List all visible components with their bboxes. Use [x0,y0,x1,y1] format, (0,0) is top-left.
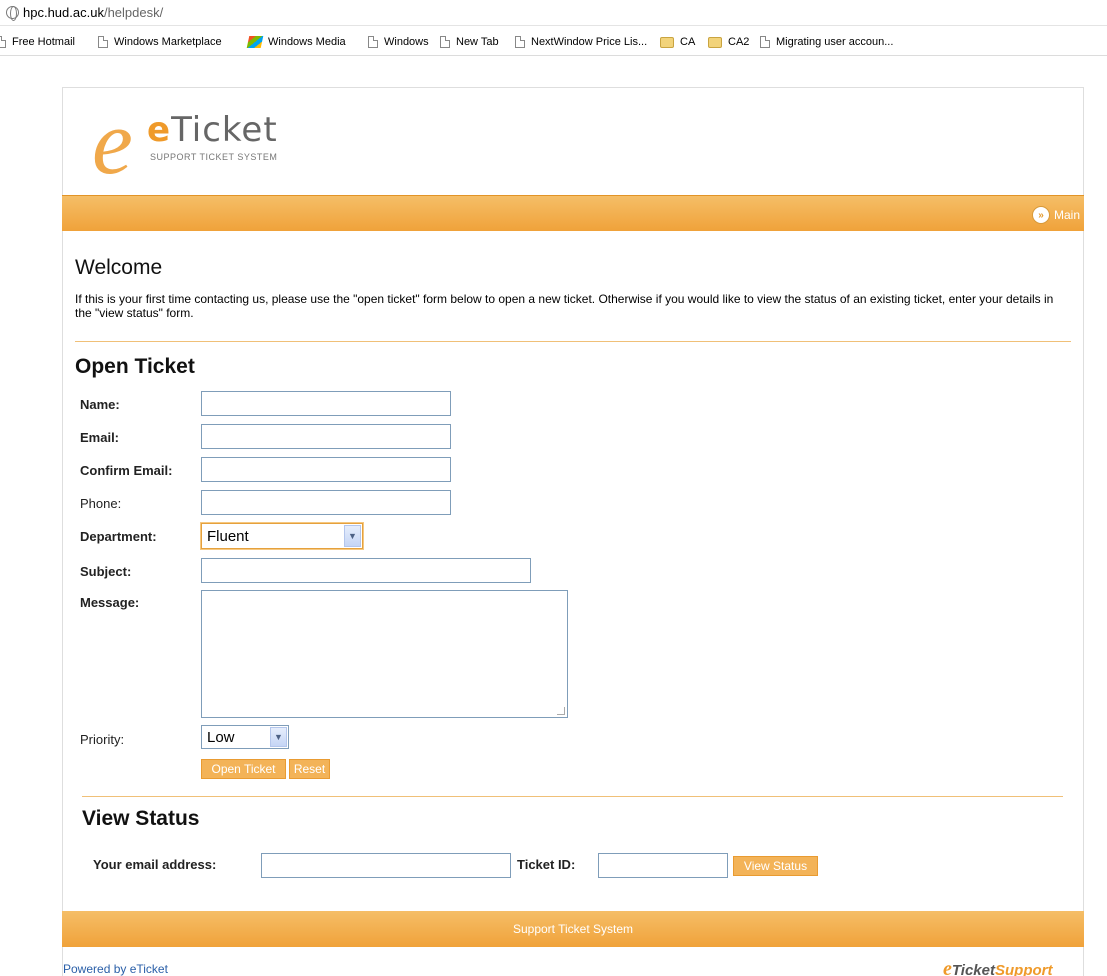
bookmark-folder-ca2[interactable]: CA2 [708,34,749,50]
nav-bar: » Main [62,195,1084,231]
eticket-logo[interactable]: e eTicket SUPPORT TICKET SYSTEM [92,96,332,188]
bookmark-folder-ca[interactable]: CA [660,34,695,50]
folder-icon [708,36,722,48]
priority-selected: Low [207,728,235,746]
priority-select[interactable]: Low ▼ [201,725,289,749]
bookmarks-bar: Free Hotmail Windows Marketplace Windows… [0,26,1107,56]
department-select[interactable]: Fluent ▼ [201,523,363,549]
page-icon [440,36,450,48]
ticket-id-label: Ticket ID: [517,857,576,872]
bookmark-windows[interactable]: Windows [368,34,429,50]
footer-bar: Support Ticket System [62,911,1084,947]
page-icon [0,36,6,48]
logo-brand: eTicket [147,110,278,150]
logo-e-mark: e [92,91,133,193]
resize-grip-icon[interactable] [557,707,565,715]
bookmark-windows-media[interactable]: Windows Media [246,34,346,50]
confirm-email-label: Confirm Email: [80,463,173,478]
chevron-down-icon[interactable]: ▼ [270,727,287,747]
main-link[interactable]: » Main [1031,206,1080,224]
divider [82,796,1063,797]
address-bar[interactable]: hpc.hud.ac.uk/helpdesk/ [0,0,1107,26]
confirm-email-input[interactable] [201,457,451,482]
open-ticket-button[interactable]: Open Ticket [201,759,286,779]
bookmark-windows-marketplace[interactable]: Windows Marketplace [98,34,222,50]
name-label: Name: [80,397,120,412]
globe-icon [6,6,19,21]
message-label: Message: [80,595,140,610]
page-icon [98,36,108,48]
open-ticket-heading: Open Ticket [75,355,195,378]
reset-button[interactable]: Reset [289,759,330,779]
name-input[interactable] [201,391,451,416]
page-icon [760,36,770,48]
logo-tagline: SUPPORT TICKET SYSTEM [150,152,278,162]
welcome-text: If this is your first time contacting us… [75,292,1054,320]
divider [75,341,1071,342]
view-status-heading: View Status [82,807,200,830]
phone-input[interactable] [201,490,451,515]
bookmark-free-hotmail[interactable]: Free Hotmail [0,34,75,50]
windows-logo-icon [246,36,264,48]
phone-label: Phone: [80,496,122,511]
eticket-support-logo: eTicketSupport [943,958,1053,976]
ticket-id-input[interactable] [598,853,728,878]
status-email-input[interactable] [261,853,511,878]
priority-label: Priority: [80,732,125,747]
status-email-label: Your email address: [93,857,217,872]
double-chevron-right-icon: » [1031,206,1050,224]
url-text[interactable]: hpc.hud.ac.uk/helpdesk/ [23,5,163,20]
subject-input[interactable] [201,558,531,583]
message-textarea[interactable] [201,590,568,718]
frame-top-border [62,87,1084,88]
email-input[interactable] [201,424,451,449]
chevron-down-icon[interactable]: ▼ [344,525,361,547]
welcome-heading: Welcome [75,256,163,279]
bookmark-migrating-user-accounts[interactable]: Migrating user accoun... [760,34,893,50]
footer-text: Support Ticket System [512,922,634,936]
department-label: Department: [80,529,157,544]
email-label: Email: [80,430,120,445]
folder-icon [660,36,674,48]
department-selected: Fluent [207,527,249,545]
bookmark-nextwindow-price-list[interactable]: NextWindow Price Lis... [515,34,647,50]
subject-label: Subject: [80,564,132,579]
bookmark-new-tab[interactable]: New Tab [440,34,499,50]
main-link-label: Main [1053,208,1080,222]
page-icon [368,36,378,48]
view-status-button[interactable]: View Status [733,856,818,876]
page-icon [515,36,525,48]
powered-by-link[interactable]: Powered by eTicket [63,962,168,976]
